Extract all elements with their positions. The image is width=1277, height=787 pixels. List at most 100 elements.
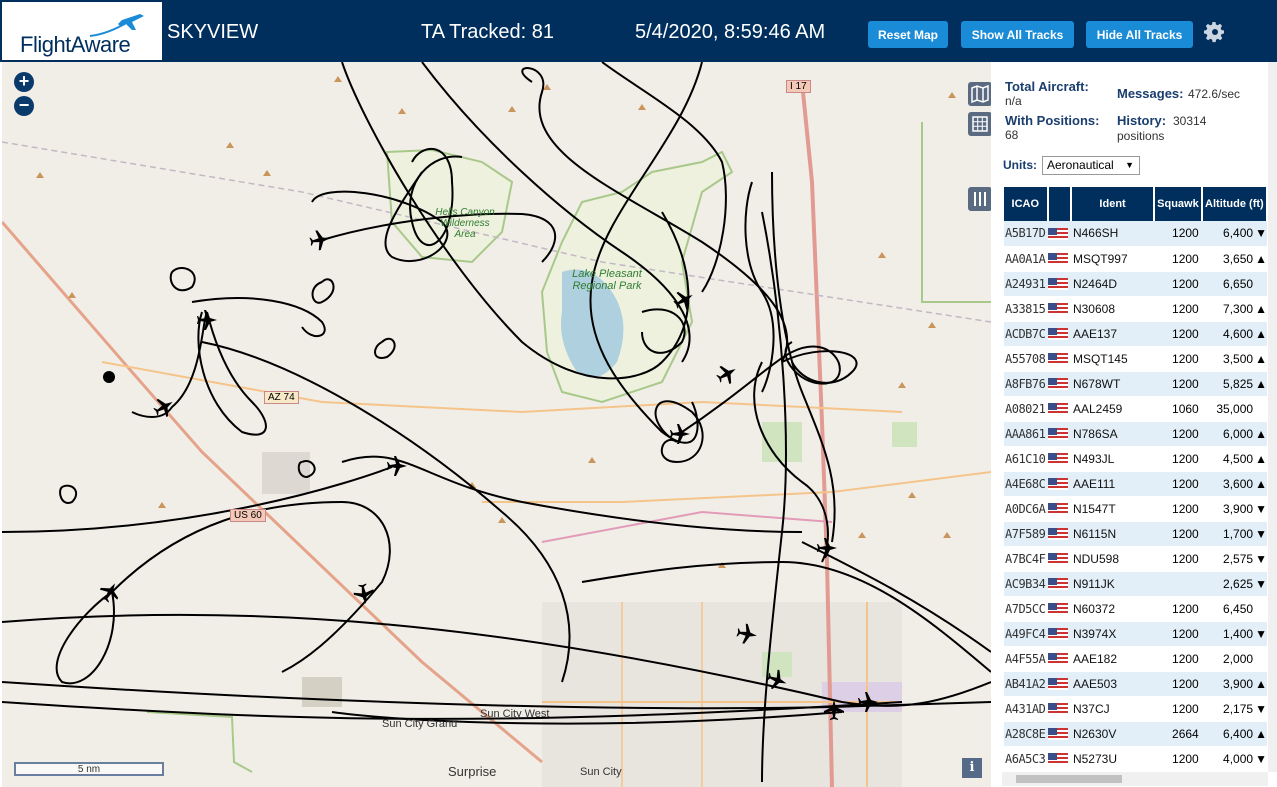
icao-cell: A0DC6A <box>1004 496 1048 522</box>
altitude-trend-icon: ▲ <box>1255 446 1267 472</box>
columns-toggle-button[interactable] <box>968 187 991 211</box>
history-value: 30314 <box>1173 114 1207 128</box>
table-row[interactable]: AC9B34 N911JK 2,625 ▼ <box>1004 571 1267 597</box>
total-aircraft-label: Total Aircraft: <box>1005 79 1089 94</box>
aircraft-icon[interactable] <box>387 456 407 476</box>
ident-cell: MSQT145 <box>1070 346 1155 372</box>
col-flag[interactable] <box>1047 187 1072 221</box>
aircraft-icon[interactable] <box>817 538 837 558</box>
icao-cell: A08021 <box>1004 396 1048 422</box>
table-row[interactable]: A0DC6A N1547T 1200 3,900 ▼ <box>1004 496 1267 522</box>
table-row[interactable]: ACDB7C AAE137 1200 4,600 ▲ <box>1004 321 1267 347</box>
units-select[interactable]: Aeronautical ▼ <box>1042 156 1140 175</box>
squawk-cell <box>1154 571 1202 597</box>
table-row[interactable]: A5B17D N466SH 1200 6,400 ▼ <box>1004 221 1267 247</box>
ident-cell: MSQT997 <box>1070 246 1155 272</box>
altitude-trend-icon: ▲ <box>1255 421 1267 447</box>
table-row[interactable]: A7BC4F NDU598 1200 2,575 ▼ <box>1004 546 1267 572</box>
table-row[interactable]: A4E68C AAE111 1200 3,600 ▲ <box>1004 471 1267 497</box>
altitude-cell: 6,400 <box>1201 221 1256 247</box>
table-row[interactable]: A49FC4 N3974X 1200 1,400 ▼ <box>1004 621 1267 647</box>
col-icao[interactable]: ICAO <box>1004 187 1049 221</box>
aircraft-icon[interactable] <box>764 667 790 693</box>
aircraft-icon[interactable] <box>713 360 741 388</box>
icao-cell: A5B17D <box>1004 221 1048 247</box>
aircraft-icon[interactable] <box>670 286 698 314</box>
squawk-cell: 1200 <box>1154 696 1202 722</box>
reset-map-button[interactable]: Reset Map <box>868 21 948 48</box>
altitude-trend-icon: ▲ <box>1255 321 1267 347</box>
aircraft-icon[interactable] <box>735 622 759 646</box>
squawk-cell: 1200 <box>1154 246 1202 272</box>
settings-gear-icon[interactable] <box>1203 20 1227 44</box>
ident-cell: AAE182 <box>1070 646 1155 672</box>
grid-toggle-button[interactable] <box>968 112 991 136</box>
zoom-in-button[interactable]: + <box>14 72 34 92</box>
ident-cell: AAE503 <box>1070 671 1155 697</box>
col-altitude[interactable]: Altitude (ft) <box>1201 187 1269 221</box>
col-ident[interactable]: Ident <box>1070 187 1156 221</box>
squawk-cell: 1200 <box>1154 346 1202 372</box>
altitude-trend-icon <box>1255 646 1267 672</box>
flightaware-logo[interactable]: FlightAware <box>2 2 162 60</box>
table-row[interactable]: A08021 AAL2459 1060 35,000 <box>1004 396 1267 422</box>
table-row[interactable]: A4F55A AAE182 1200 2,000 <box>1004 646 1267 672</box>
hells-canyon-label: Hells Canyon Wilderness Area <box>435 207 495 240</box>
col-squawk[interactable]: Squawk <box>1154 187 1203 221</box>
squawk-cell: 1200 <box>1154 621 1202 647</box>
sun-city-grand-label: Sun City Grand <box>382 718 458 730</box>
squawk-cell: 1200 <box>1154 371 1202 397</box>
table-row[interactable]: A61C10 N493JL 1200 4,500 ▲ <box>1004 446 1267 472</box>
i17-shield: I 17 <box>786 80 811 93</box>
table-row[interactable]: A431AD N37CJ 1200 2,175 ▼ <box>1004 696 1267 722</box>
altitude-trend-icon <box>1255 396 1267 422</box>
flag-cell <box>1047 521 1071 547</box>
info-button[interactable]: i <box>962 758 982 778</box>
aircraft-icon[interactable] <box>352 582 376 606</box>
squawk-cell: 1200 <box>1154 746 1202 772</box>
map-layers-button[interactable] <box>968 82 991 106</box>
altitude-cell: 4,600 <box>1201 321 1256 347</box>
surprise-label: Surprise <box>448 764 497 779</box>
table-row[interactable]: A6A5C3 N5273U 1200 4,000 ▼ <box>1004 746 1267 772</box>
ident-cell: N2630V <box>1070 721 1155 747</box>
aircraft-icon[interactable] <box>824 700 844 720</box>
aircraft-icon[interactable] <box>150 393 178 421</box>
table-row[interactable]: A55708 MSQT145 1200 3,500 ▲ <box>1004 346 1267 372</box>
table-row[interactable]: AA0A1A MSQT997 1200 3,650 ▲ <box>1004 246 1267 272</box>
horizontal-scrollbar[interactable] <box>1002 772 1268 786</box>
table-row[interactable]: A24931 N2464D 1200 6,650 <box>1004 271 1267 297</box>
altitude-cell: 3,500 <box>1201 346 1256 372</box>
aircraft-icon[interactable] <box>96 578 124 606</box>
altitude-cell: 5,825 <box>1201 371 1256 397</box>
total-aircraft-value: n/a <box>1005 94 1022 108</box>
icao-cell: A7BC4F <box>1004 546 1048 572</box>
with-positions-value: 68 <box>1005 128 1019 142</box>
table-row[interactable]: A28C8E N2630V 2664 6,400 ▲ <box>1004 721 1267 747</box>
altitude-cell: 4,500 <box>1201 446 1256 472</box>
squawk-cell: 1060 <box>1154 396 1202 422</box>
table-row[interactable]: A8FB76 N678WT 1200 5,825 ▲ <box>1004 371 1267 397</box>
show-all-tracks-button[interactable]: Show All Tracks <box>961 21 1074 48</box>
table-row[interactable]: AAA861 N786SA 1200 6,000 ▲ <box>1004 421 1267 447</box>
current-datetime: 5/4/2020, 8:59:46 AM <box>635 21 826 43</box>
vertical-scrollbar[interactable] <box>1268 62 1277 772</box>
table-row[interactable]: A7D5CC N60372 1200 6,450 <box>1004 596 1267 622</box>
sun-city-label: Sun City <box>580 766 622 778</box>
hide-all-tracks-button[interactable]: Hide All Tracks <box>1086 21 1193 48</box>
icao-cell: A28C8E <box>1004 721 1048 747</box>
scroll-thumb[interactable] <box>1016 775 1122 783</box>
table-row[interactable]: A7F589 N6115N 1200 1,700 ▼ <box>1004 521 1267 547</box>
aircraft-icon[interactable] <box>197 310 217 330</box>
aircraft-icon[interactable] <box>858 692 878 712</box>
ident-cell: N678WT <box>1070 371 1155 397</box>
squawk-cell: 1200 <box>1154 596 1202 622</box>
ident-cell: N786SA <box>1070 421 1155 447</box>
grid-icon <box>972 116 988 132</box>
zoom-out-button[interactable]: − <box>14 96 34 116</box>
aircraft-icon[interactable] <box>670 424 690 444</box>
aircraft-icon[interactable] <box>308 228 332 252</box>
table-row[interactable]: A33815 N30608 1200 7,300 ▲ <box>1004 296 1267 322</box>
map-canvas[interactable]: Hells Canyon Wilderness Area Lake Pleasa… <box>2 62 991 787</box>
table-row[interactable]: AB41A2 AAE503 1200 3,900 ▲ <box>1004 671 1267 697</box>
